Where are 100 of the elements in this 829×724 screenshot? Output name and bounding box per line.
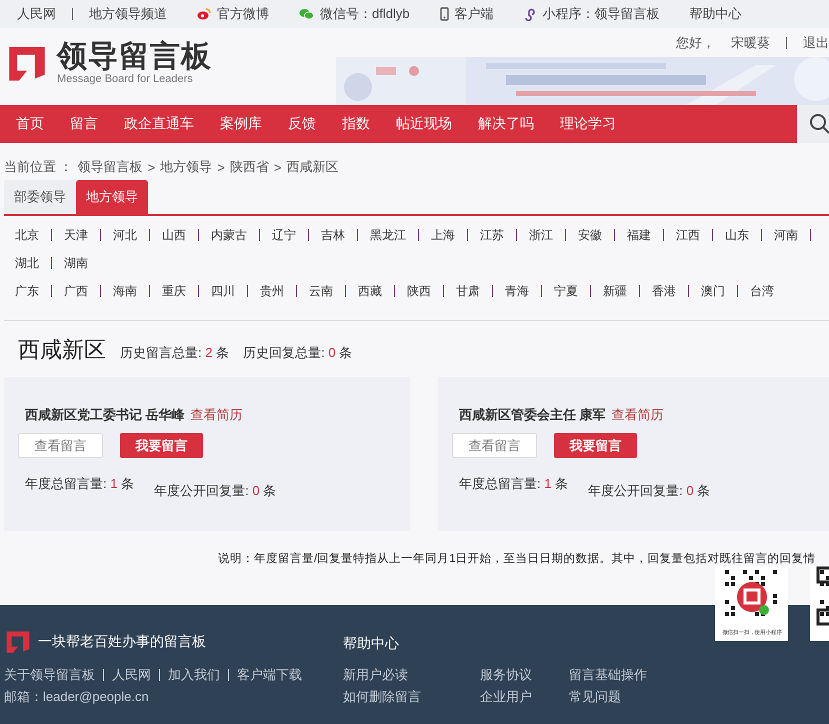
nav-item[interactable]: 首页	[16, 115, 44, 133]
province-link[interactable]: 北京	[15, 224, 39, 246]
breadcrumb-label: 当前位置 ：	[4, 158, 73, 176]
province-link[interactable]: 澳门	[701, 280, 725, 302]
top-link[interactable]: 帮助中心	[690, 5, 742, 23]
province-link[interactable]: 河北	[113, 224, 137, 246]
footer-link[interactable]: 加入我们	[168, 666, 220, 684]
leader-title: 西咸新区管委会主任 康军	[459, 406, 606, 424]
help-link[interactable]: 新用户必读	[343, 666, 480, 684]
leader-stat: 年度总留言量: 1 条	[459, 475, 568, 493]
leader-stat: 年度公开回复量: 0 条	[588, 482, 710, 500]
breadcrumb-separator: >	[274, 160, 282, 174]
province-link[interactable]: 陕西	[407, 280, 431, 302]
post-message-button[interactable]: 我要留言	[120, 433, 203, 458]
province-link[interactable]: 四川	[211, 280, 235, 302]
province-link[interactable]: 贵州	[260, 280, 284, 302]
top-link[interactable]: 人民网	[17, 5, 56, 23]
greeting: 您好，	[676, 34, 715, 52]
province-link[interactable]: 宁夏	[554, 280, 578, 302]
nav-item[interactable]: 帖近现场	[396, 115, 452, 133]
footer-help-title: 帮助中心	[343, 634, 400, 653]
province-link[interactable]: 浙江	[529, 224, 553, 246]
nav-item[interactable]: 案例库	[220, 115, 262, 133]
leader-stat: 年度公开回复量: 0 条	[154, 482, 276, 500]
help-link[interactable]: 留言基础操作	[569, 666, 689, 684]
province-link[interactable]: 上海	[431, 224, 455, 246]
province-link[interactable]: 江西	[676, 224, 700, 246]
logo-title: 领导留言板	[57, 41, 212, 73]
breadcrumb-link[interactable]: 西咸新区	[286, 158, 338, 176]
username-link[interactable]: 宋暖葵	[731, 34, 770, 52]
leader-title: 西咸新区党工委书记 岳华峰	[25, 406, 185, 424]
region-title: 西咸新区	[18, 336, 106, 364]
footer-email: 邮箱：leader@people.cn	[4, 688, 150, 706]
province-link[interactable]: 山西	[162, 224, 186, 246]
province-link[interactable]: 内蒙古	[211, 224, 247, 246]
province-link[interactable]: 安徽	[578, 224, 602, 246]
region-stat: 历史回复总量: 0 条	[243, 344, 352, 362]
top-link[interactable]: 地方领导频道	[89, 5, 167, 23]
weibo-icon	[197, 8, 211, 20]
logout-link[interactable]: 退出	[803, 34, 829, 52]
province-link[interactable]: 湖北	[15, 252, 39, 274]
help-link[interactable]: 企业用户	[480, 688, 569, 706]
province-link[interactable]: 甘肃	[456, 280, 480, 302]
province-link[interactable]: 青海	[505, 280, 529, 302]
logo-subtitle: Message Board for Leaders	[57, 73, 194, 85]
breadcrumb-link[interactable]: 地方领导	[160, 158, 212, 176]
province-link[interactable]: 湖南	[64, 252, 88, 274]
province-link[interactable]: 山东	[725, 224, 749, 246]
footer-slogan: 一块帮老百姓办事的留言板	[38, 632, 206, 651]
nav-item[interactable]: 解决了吗	[478, 115, 534, 133]
province-link[interactable]: 重庆	[162, 280, 186, 302]
search-icon[interactable]	[809, 113, 829, 135]
province-link[interactable]: 台湾	[750, 280, 774, 302]
province-link[interactable]: 吉林	[321, 224, 345, 246]
help-link[interactable]: 服务协议	[480, 666, 569, 684]
province-link[interactable]: 黑龙江	[370, 224, 406, 246]
nav-item[interactable]: 政企直通车	[124, 115, 194, 133]
province-link[interactable]: 新疆	[603, 280, 627, 302]
footer-link[interactable]: 客户端下载	[237, 666, 302, 684]
view-messages-button[interactable]: 查看留言	[18, 433, 103, 458]
nav-item[interactable]: 反馈	[288, 115, 316, 133]
top-link[interactable]: 客户端	[440, 5, 494, 23]
leader-stat: 年度总留言量: 1 条	[25, 475, 134, 493]
province-link[interactable]: 香港	[652, 280, 676, 302]
breadcrumb-link[interactable]: 领导留言板	[78, 158, 143, 176]
resume-link[interactable]: 查看简历	[612, 406, 664, 424]
resume-link[interactable]: 查看简历	[190, 406, 243, 424]
help-link[interactable]: 常见问题	[569, 688, 689, 706]
top-link[interactable]: 微信号：dfldlyb	[299, 5, 410, 23]
post-message-button[interactable]: 我要留言	[554, 433, 637, 458]
footer-link[interactable]: 关于领导留言板	[4, 666, 95, 684]
tab[interactable]: 地方领导	[76, 180, 148, 214]
phone-icon	[440, 7, 449, 21]
breadcrumb-link[interactable]: 陕西省	[230, 158, 269, 176]
nav-item[interactable]: 留言	[70, 115, 98, 133]
nav-item[interactable]: 理论学习	[560, 115, 616, 133]
province-link[interactable]: 天津	[64, 224, 88, 246]
footer-link[interactable]: 人民网	[112, 666, 151, 684]
help-link[interactable]: 如何删除留言	[343, 688, 480, 706]
top-link[interactable]: 小程序：领导留言板	[524, 5, 660, 23]
province-link[interactable]: 河南	[774, 224, 798, 246]
top-link[interactable]: 官方微博	[197, 5, 269, 23]
tab[interactable]: 部委领导	[4, 180, 76, 214]
province-link[interactable]: 广东	[15, 280, 39, 302]
nav-item[interactable]: 指数	[342, 115, 370, 133]
province-link[interactable]: 西藏	[358, 280, 382, 302]
view-messages-button[interactable]: 查看留言	[452, 433, 537, 458]
note-text: 说明：年度留言量/回复量特指从上一年同月1日开始，至当日日期的数据。其中，回复量包括对既往留言的回复情	[218, 553, 816, 565]
region-stat: 历史留言总量: 2 条	[120, 344, 230, 362]
logo-icon	[4, 629, 32, 654]
province-link[interactable]: 江苏	[480, 224, 504, 246]
province-link[interactable]: 海南	[113, 280, 137, 302]
wechat-icon	[299, 8, 314, 20]
breadcrumb-separator: >	[217, 160, 225, 174]
province-link[interactable]: 福建	[627, 224, 651, 246]
breadcrumb-separator: >	[148, 160, 156, 174]
mini-program-icon	[524, 8, 537, 20]
province-link[interactable]: 辽宁	[272, 224, 296, 246]
province-link[interactable]: 广西	[64, 280, 88, 302]
province-link[interactable]: 云南	[309, 280, 333, 302]
